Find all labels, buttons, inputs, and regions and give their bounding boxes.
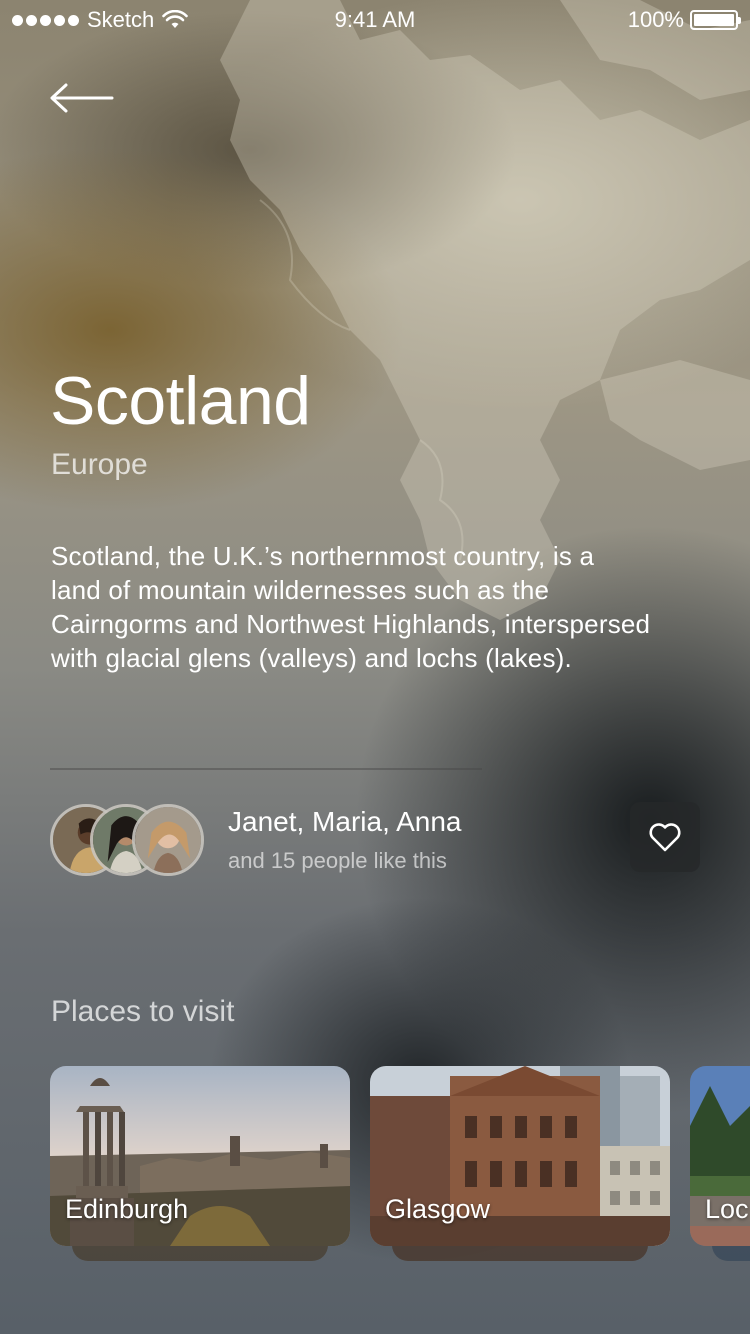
destination-description: Scotland, the U.K.’s northernmost countr… (51, 541, 651, 673)
likes-text: Janet, Maria, Anna and 15 people like th… (228, 806, 461, 874)
status-left: Sketch (12, 7, 312, 33)
back-button[interactable] (46, 78, 118, 118)
battery-fill (694, 14, 734, 26)
place-card-glasgow[interactable]: Glasgow (370, 1066, 670, 1261)
places-carousel[interactable]: Edinburgh Glasgow Loc (50, 1066, 750, 1266)
heart-icon (649, 823, 681, 852)
arrow-left-icon (50, 83, 114, 113)
page-title: Scotland (50, 363, 311, 439)
place-card-loc[interactable]: Loc (690, 1066, 750, 1261)
status-right: 100% (438, 7, 741, 33)
battery-percentage: 100% (627, 7, 684, 32)
avatar-group[interactable] (50, 802, 210, 878)
places-title: Places to visit (51, 995, 235, 1028)
likes-section: Janet, Maria, Anna and 15 people like th… (50, 802, 461, 878)
status-bar: Sketch 9:41 AM 100% (0, 0, 750, 40)
like-button[interactable] (630, 802, 700, 872)
place-name: Loc (705, 1194, 749, 1224)
place-name: Edinburgh (65, 1194, 189, 1224)
likes-count: and 15 people like this (228, 848, 447, 873)
likes-names: Janet, Maria, Anna (228, 806, 462, 837)
status-time: 9:41 AM (334, 7, 416, 32)
region-subtitle: Europe (51, 448, 148, 481)
wifi-icon (162, 10, 189, 28)
divider (50, 768, 482, 770)
signal-strength-icon (12, 14, 79, 26)
battery-icon (690, 10, 741, 30)
avatar-anna[interactable] (132, 804, 204, 876)
place-name: Glasgow (385, 1194, 491, 1224)
carrier-name: Sketch (87, 7, 155, 32)
place-card-edinburgh[interactable]: Edinburgh (50, 1066, 350, 1261)
